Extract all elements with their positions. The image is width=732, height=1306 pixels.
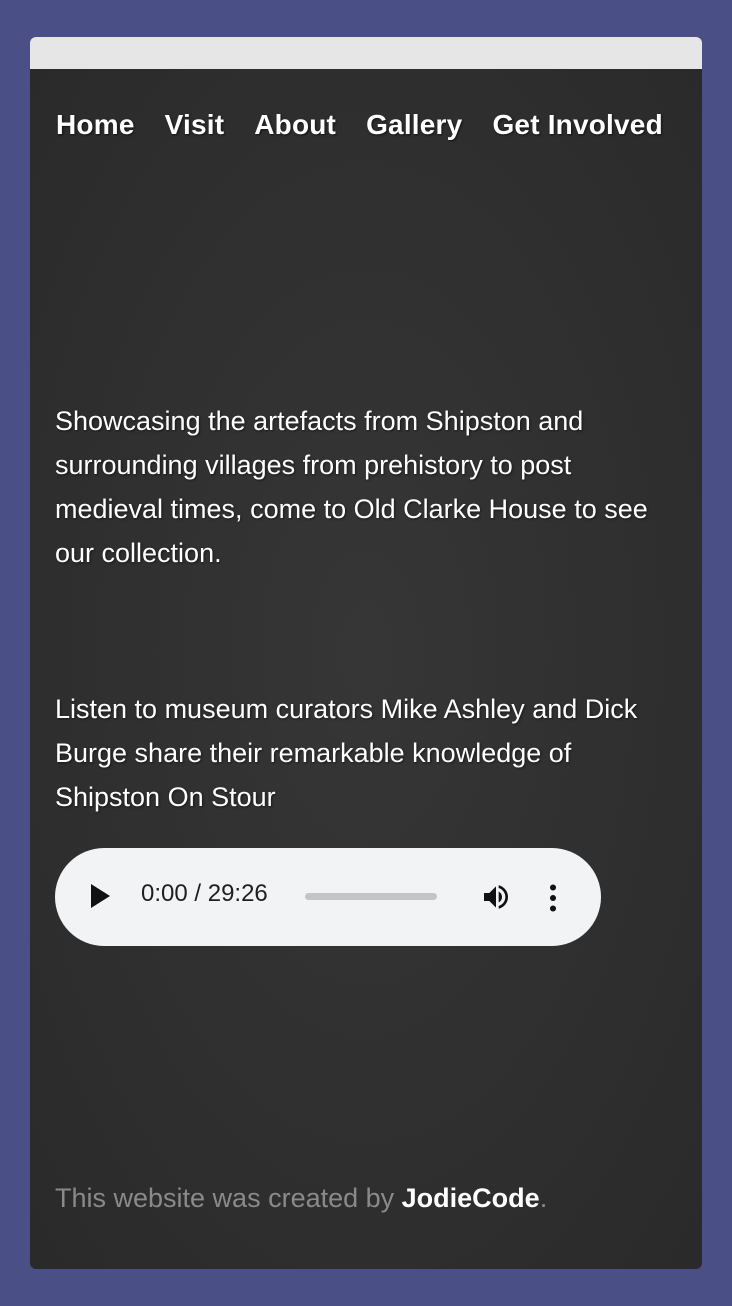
nav-visit[interactable]: Visit bbox=[165, 109, 225, 141]
footer-credit: This website was created by JodieCode. bbox=[55, 1183, 547, 1214]
volume-icon[interactable] bbox=[479, 881, 513, 913]
nav-home[interactable]: Home bbox=[56, 109, 135, 141]
audio-player: 0:00 / 29:26 bbox=[55, 848, 601, 946]
intro-text: Showcasing the artefacts from Shipston a… bbox=[55, 406, 648, 568]
nav-gallery[interactable]: Gallery bbox=[366, 109, 462, 141]
footer-prefix: This website was created by bbox=[55, 1183, 402, 1213]
nav-about[interactable]: About bbox=[254, 109, 336, 141]
footer-brand-link[interactable]: JodieCode bbox=[402, 1183, 540, 1213]
footer-suffix: . bbox=[539, 1183, 548, 1213]
audio-time: 0:00 / 29:26 bbox=[141, 880, 268, 907]
main-nav: Home Visit About Gallery Get Involved bbox=[30, 69, 702, 141]
nav-get-involved[interactable]: Get Involved bbox=[492, 109, 662, 141]
more-vert-icon[interactable] bbox=[547, 884, 559, 912]
browser-window: Home Visit About Gallery Get Involved Sh… bbox=[30, 37, 702, 1269]
play-icon[interactable] bbox=[91, 884, 110, 908]
browser-top-bar bbox=[30, 37, 702, 69]
listen-text: Listen to museum curators Mike Ashley an… bbox=[55, 694, 638, 812]
audio-progress-track[interactable] bbox=[305, 893, 437, 900]
